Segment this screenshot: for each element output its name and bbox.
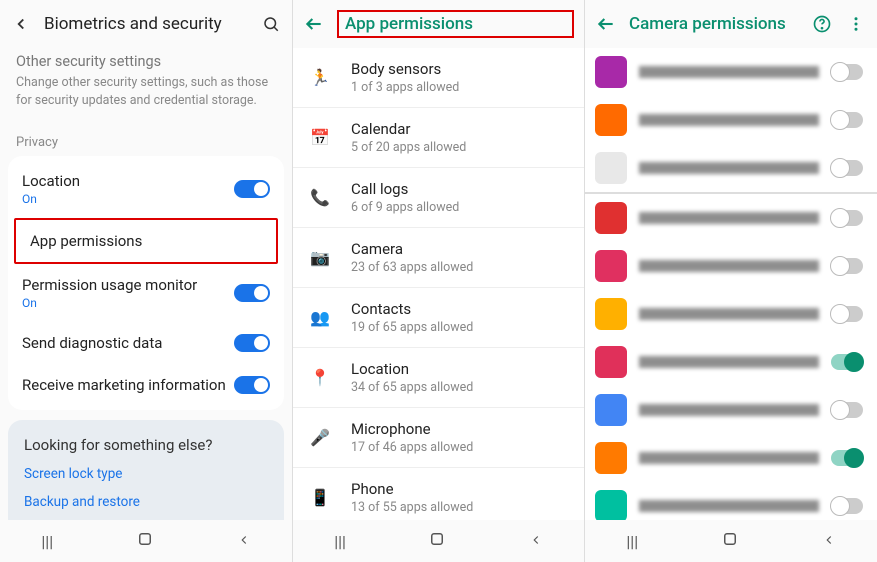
nav-home-icon[interactable] [428, 530, 446, 552]
permission-icon: 🎤 [309, 428, 331, 447]
permission-icon: 📱 [309, 488, 331, 507]
app-toggle[interactable] [831, 258, 863, 274]
app-icon [595, 298, 627, 330]
app-row[interactable] [585, 434, 877, 482]
app-row[interactable] [585, 290, 877, 338]
app-toggle[interactable] [831, 64, 863, 80]
diagnostic-toggle[interactable] [234, 334, 270, 352]
permission-icon: 📷 [309, 248, 331, 267]
permission-row[interactable]: 📅 Calendar5 of 20 apps allowed [293, 108, 584, 168]
permission-row[interactable]: 🎤 Microphone17 of 46 apps allowed [293, 408, 584, 468]
nav-back-icon[interactable] [529, 532, 543, 551]
permission-row[interactable]: 📷 Camera23 of 63 apps allowed [293, 228, 584, 288]
marketing-toggle[interactable] [234, 376, 270, 394]
permission-icon: 📞 [309, 188, 331, 207]
help-icon[interactable] [811, 13, 833, 35]
app-icon [595, 346, 627, 378]
location-toggle[interactable] [234, 180, 270, 198]
section-privacy: Privacy [0, 121, 292, 156]
app-toggle[interactable] [831, 402, 863, 418]
app-toggle[interactable] [831, 450, 863, 466]
app-toggle[interactable] [831, 160, 863, 176]
app-toggle[interactable] [831, 354, 863, 370]
app-name-blurred [639, 356, 819, 368]
nav-back-icon[interactable] [237, 532, 251, 551]
app-name-blurred [639, 162, 819, 174]
link-screen-lock[interactable]: Screen lock type [24, 466, 268, 482]
app-name-blurred [639, 404, 819, 416]
nav-recent-icon[interactable]: ||| [41, 532, 53, 551]
app-name-blurred [639, 500, 819, 512]
permission-row[interactable]: 📞 Call logs6 of 9 apps allowed [293, 168, 584, 228]
diagnostic-row[interactable]: Send diagnostic data [8, 322, 284, 364]
app-row[interactable] [585, 48, 877, 96]
nav-back-icon[interactable] [822, 532, 836, 551]
nav-home-icon[interactable] [721, 530, 739, 552]
app-icon [595, 394, 627, 426]
app-icon [595, 104, 627, 136]
page-title: Camera permissions [629, 14, 799, 34]
app-row[interactable] [585, 338, 877, 386]
app-icon [595, 490, 627, 520]
app-toggle[interactable] [831, 210, 863, 226]
app-toggle[interactable] [831, 498, 863, 514]
permission-row[interactable]: 👥 Contacts19 of 65 apps allowed [293, 288, 584, 348]
location-row[interactable]: LocationOn [8, 160, 284, 218]
app-icon [595, 202, 627, 234]
app-row[interactable] [585, 144, 877, 192]
nav-recent-icon[interactable]: ||| [626, 532, 638, 551]
app-row[interactable] [585, 482, 877, 520]
app-icon [595, 442, 627, 474]
link-backup[interactable]: Backup and restore [24, 494, 268, 510]
page-title: App permissions [337, 10, 574, 38]
permission-monitor-toggle[interactable] [234, 284, 270, 302]
permission-row[interactable]: 📱 Phone13 of 55 apps allowed [293, 468, 584, 520]
app-icon [595, 250, 627, 282]
back-icon[interactable] [10, 13, 32, 35]
permission-icon: 👥 [309, 308, 331, 327]
app-icon [595, 56, 627, 88]
app-toggle[interactable] [831, 306, 863, 322]
app-name-blurred [639, 452, 819, 464]
app-row[interactable] [585, 96, 877, 144]
search-icon[interactable] [260, 13, 282, 35]
app-toggle[interactable] [831, 112, 863, 128]
permission-monitor-row[interactable]: Permission usage monitorOn [8, 264, 284, 322]
permission-row[interactable]: 🏃 Body sensors1 of 3 apps allowed [293, 48, 584, 108]
app-row[interactable] [585, 386, 877, 434]
app-row[interactable] [585, 242, 877, 290]
app-row[interactable] [585, 194, 877, 242]
permission-icon: 🏃 [309, 68, 331, 87]
looking-card: Looking for something else? Screen lock … [8, 420, 284, 520]
other-security-row[interactable]: Other security settings Change other sec… [0, 48, 292, 121]
app-name-blurred [639, 260, 819, 272]
permission-row[interactable]: 📍 Location34 of 65 apps allowed [293, 348, 584, 408]
app-name-blurred [639, 66, 819, 78]
app-icon [595, 152, 627, 184]
app-name-blurred [639, 114, 819, 126]
back-icon[interactable] [303, 13, 325, 35]
app-name-blurred [639, 212, 819, 224]
nav-home-icon[interactable] [136, 530, 154, 552]
app-permissions-row[interactable]: App permissions [16, 220, 276, 262]
more-icon[interactable] [845, 13, 867, 35]
nav-recent-icon[interactable]: ||| [334, 532, 346, 551]
app-name-blurred [639, 308, 819, 320]
marketing-row[interactable]: Receive marketing information [8, 364, 284, 406]
permission-icon: 📅 [309, 128, 331, 147]
back-icon[interactable] [595, 13, 617, 35]
page-title: Biometrics and security [44, 14, 248, 34]
permission-icon: 📍 [309, 368, 331, 387]
